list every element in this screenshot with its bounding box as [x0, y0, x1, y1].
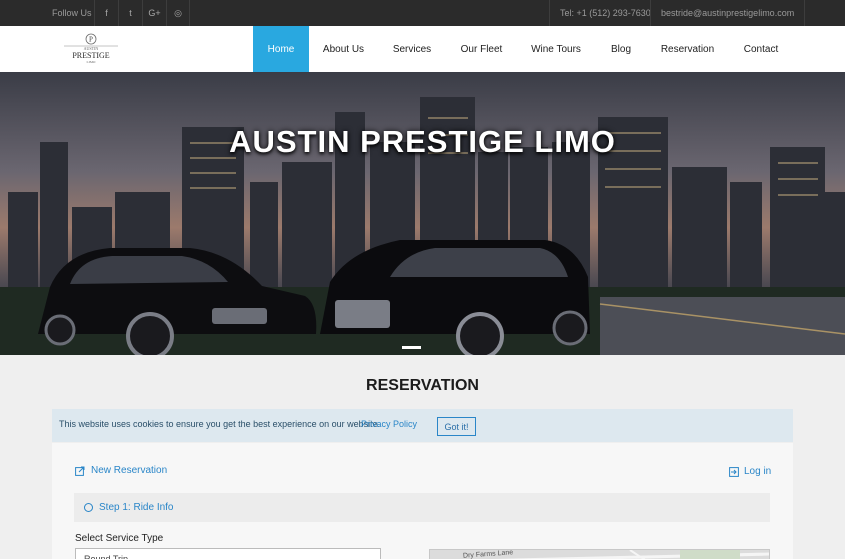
facebook-icon[interactable]: f [94, 0, 118, 26]
nav-reservation[interactable]: Reservation [651, 26, 724, 72]
login-link[interactable]: Log in [729, 466, 771, 477]
hero-cityscape-image [0, 72, 845, 355]
reservation-heading: RESERVATION [366, 377, 479, 394]
phone-link[interactable]: Tel: +1 (512) 293-7630 [549, 0, 661, 26]
nav-home[interactable]: Home [253, 26, 309, 72]
login-label: Log in [744, 466, 772, 477]
twitter-icon[interactable]: t [118, 0, 142, 26]
got-it-button[interactable]: Got it! [437, 417, 476, 436]
cookie-banner: This website uses cookies to ensure you … [52, 409, 793, 442]
google-plus-icon[interactable]: G+ [142, 0, 166, 26]
nav-wine-tours[interactable]: Wine Tours [522, 26, 590, 72]
nav-blog[interactable]: Blog [601, 26, 641, 72]
route-map[interactable]: Dry Farms Lane [429, 549, 770, 559]
logo-monogram: P [89, 36, 93, 44]
reservation-panel: New Reservation Log in Step 1: Ride Info… [52, 443, 793, 559]
step-1-label: Step 1: Ride Info [99, 502, 174, 513]
logo-line3: LIMO [87, 60, 96, 64]
top-bar: Follow Us f t G+ ◎ Tel: +1 (512) 293-763… [0, 0, 845, 26]
nav-services[interactable]: Services [382, 26, 442, 72]
slider-indicator[interactable] [402, 346, 421, 349]
nav-contact[interactable]: Contact [735, 26, 787, 72]
hero-banner: AUSTIN PRESTIGE LIMO [0, 72, 845, 355]
external-link-icon [75, 466, 85, 476]
main-navigation: P AUSTIN PRESTIGE LIMO Home About Us Ser… [0, 26, 845, 72]
service-type-select[interactable]: Round Trip [75, 548, 381, 559]
logo-line2: PRESTIGE [72, 51, 109, 60]
hero-title: AUSTIN PRESTIGE LIMO [229, 124, 616, 159]
cookie-text: This website uses cookies to ensure you … [59, 419, 381, 429]
instagram-icon[interactable]: ◎ [166, 0, 190, 26]
nav-about-us[interactable]: About Us [312, 26, 375, 72]
privacy-policy-link[interactable]: Privacy Policy [361, 419, 417, 429]
site-logo[interactable]: P AUSTIN PRESTIGE LIMO [62, 33, 120, 65]
email-link[interactable]: bestride@austinprestigelimo.com [650, 0, 806, 26]
login-icon [729, 466, 739, 477]
new-reservation-link[interactable]: New Reservation [75, 465, 167, 476]
service-type-label: Select Service Type [75, 533, 164, 544]
new-reservation-label: New Reservation [91, 465, 168, 476]
step-1-ride-info[interactable]: Step 1: Ride Info [74, 493, 770, 522]
nav-our-fleet[interactable]: Our Fleet [451, 26, 512, 72]
follow-us-label: Follow Us [52, 8, 92, 18]
circle-icon [84, 503, 93, 512]
